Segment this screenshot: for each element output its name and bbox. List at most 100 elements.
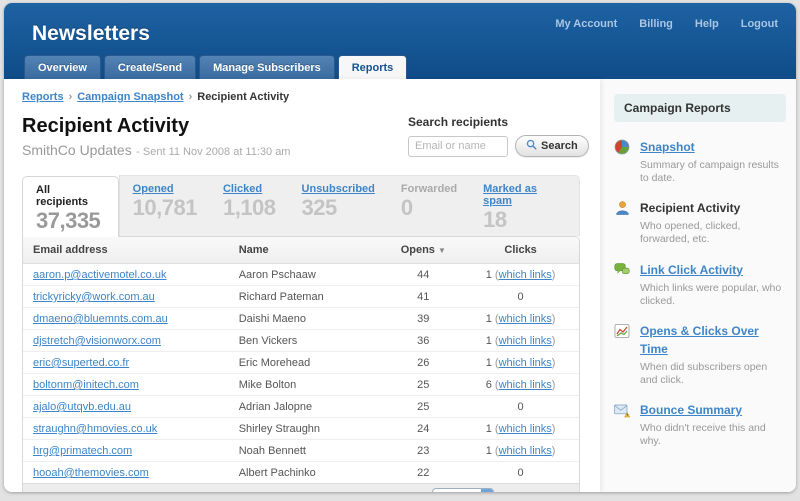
stat-value: 0 xyxy=(401,195,413,220)
stat-label[interactable]: Unsubscribed xyxy=(302,183,375,195)
search-input[interactable] xyxy=(408,136,508,157)
billing-link[interactable]: Billing xyxy=(639,18,673,30)
email-link[interactable]: ajalo@utqvb.edu.au xyxy=(33,401,131,413)
opens-cell: 25 xyxy=(384,396,462,418)
help-link[interactable]: Help xyxy=(695,18,719,30)
which-links-link[interactable]: which links xyxy=(499,379,552,391)
clicks-cell: 0 xyxy=(462,286,579,308)
sidebar-link-bounce-summary[interactable]: Bounce Summary xyxy=(640,403,742,417)
email-cell: ajalo@utqvb.edu.au xyxy=(23,396,229,418)
email-link[interactable]: straughn@hmovies.co.uk xyxy=(33,423,157,435)
table-row: trickyricky@work.com.au Richard Pateman … xyxy=(23,286,579,308)
sidebar-desc: When did subscribers open and click. xyxy=(640,361,786,387)
sort-desc-icon: ▼ xyxy=(438,246,446,255)
table-row: straughn@hmovies.co.uk Shirley Straughn … xyxy=(23,418,579,440)
stepper-arrows-icon xyxy=(481,489,493,492)
email-cell: trickyricky@work.com.au xyxy=(23,286,229,308)
email-link[interactable]: hooah@themovies.com xyxy=(33,467,149,479)
export-format-select[interactable]: CSV file xyxy=(432,488,494,492)
which-links-wrap: (which links) xyxy=(492,313,556,325)
name-cell: Mike Bolton xyxy=(229,374,385,396)
email-link[interactable]: djstretch@visionworx.com xyxy=(33,335,161,347)
chat-bubbles-icon xyxy=(614,261,631,308)
stat-tab-all-recipients[interactable]: All recipients 37,335 xyxy=(22,176,119,237)
logout-link[interactable]: Logout xyxy=(741,18,778,30)
opens-cell: 36 xyxy=(384,330,462,352)
next-page-link[interactable]: Next » xyxy=(339,491,369,492)
which-links-wrap: (which links) xyxy=(492,445,556,457)
email-cell: aaron.p@activemotel.co.uk xyxy=(23,264,229,286)
which-links-link[interactable]: which links xyxy=(499,269,552,281)
clicks-cell: 0 xyxy=(462,462,579,484)
which-links-link[interactable]: which links xyxy=(499,357,552,369)
table-row: eric@superted.co.fr Eric Morehead 26 1 (… xyxy=(23,352,579,374)
name-cell: Albert Pachinko xyxy=(229,462,385,484)
stat-label[interactable]: Opened xyxy=(133,183,197,195)
email-link[interactable]: trickyricky@work.com.au xyxy=(33,291,155,303)
export-label: Export all as xyxy=(374,491,425,492)
search-button-label: Search xyxy=(541,140,578,152)
which-links-wrap: (which links) xyxy=(492,335,556,347)
campaign-subtitle: SmithCo Updates - Sent 11 Nov 2008 at 11… xyxy=(22,142,290,160)
search-label: Search recipients xyxy=(408,115,580,129)
search-block: Search recipients Search xyxy=(408,115,580,160)
email-link[interactable]: aaron.p@activemotel.co.uk xyxy=(33,269,166,281)
email-cell: dmaeno@bluemnts.com.au xyxy=(23,308,229,330)
sidebar-current-recipient-activity[interactable]: Recipient Activity xyxy=(640,201,740,215)
my-account-link[interactable]: My Account xyxy=(555,18,617,30)
sidebar-desc: Which links were popular, who clicked. xyxy=(640,282,786,308)
stat-label[interactable]: Marked as spam xyxy=(483,183,566,207)
sidebar-item-opens-clicks-over-time: Opens & Clicks Over Time When did subscr… xyxy=(614,322,786,387)
name-cell: Ben Vickers xyxy=(229,330,385,352)
recipient-table: Email address Name Opens ▼ Clicks aaron.… xyxy=(22,236,580,492)
table-header-row: Email address Name Opens ▼ Clicks xyxy=(23,237,579,264)
search-button[interactable]: Search xyxy=(515,135,589,157)
tab-create-send[interactable]: Create/Send xyxy=(104,55,196,79)
tab-overview[interactable]: Overview xyxy=(24,55,101,79)
stat-value: 325 xyxy=(302,195,337,220)
pie-chart-icon xyxy=(614,138,631,185)
sidebar-link-link-click-activity[interactable]: Link Click Activity xyxy=(640,263,743,277)
tab-manage-subscribers[interactable]: Manage Subscribers xyxy=(199,55,335,79)
sidebar-item-bounce-summary: Bounce Summary Who didn't receive this a… xyxy=(614,401,786,448)
app-window: Newsletters My Account Billing Help Logo… xyxy=(4,3,796,492)
email-link[interactable]: hrg@primatech.com xyxy=(33,445,132,457)
breadcrumb-separator: › xyxy=(64,91,78,103)
email-cell: hrg@primatech.com xyxy=(23,440,229,462)
clicks-cell: 1 (which links) xyxy=(462,264,579,286)
email-link[interactable]: boltonm@initech.com xyxy=(33,379,139,391)
breadcrumb-campaign-snapshot-link[interactable]: Campaign Snapshot xyxy=(77,91,183,103)
stat-label[interactable]: Clicked xyxy=(223,183,276,195)
sidebar-link-snapshot[interactable]: Snapshot xyxy=(640,140,695,154)
which-links-link[interactable]: which links xyxy=(499,313,552,325)
sidebar-link-opens-clicks-over-time[interactable]: Opens & Clicks Over Time xyxy=(640,324,759,356)
clicks-cell: 1 (which links) xyxy=(462,440,579,462)
email-link[interactable]: dmaeno@bluemnts.com.au xyxy=(33,313,168,325)
which-links-link[interactable]: which links xyxy=(499,335,552,347)
stat-tab-unsubscribed[interactable]: Unsubscribed 325 xyxy=(289,176,388,236)
name-cell: Aaron Pschaaw xyxy=(229,264,385,286)
which-links-wrap: (which links) xyxy=(492,269,556,281)
stat-tab-group: Opened 10,781 Clicked 1,108 Unsubscribed… xyxy=(119,175,580,236)
stat-tab-clicked[interactable]: Clicked 1,108 xyxy=(210,176,289,236)
which-links-link[interactable]: which links xyxy=(499,445,552,457)
clicks-cell: 0 xyxy=(462,396,579,418)
email-cell: djstretch@visionworx.com xyxy=(23,330,229,352)
email-link[interactable]: eric@superted.co.fr xyxy=(33,357,129,369)
app-title: Newsletters xyxy=(32,22,150,46)
tab-reports[interactable]: Reports xyxy=(338,55,408,79)
stat-value: 1,108 xyxy=(223,195,276,220)
column-header-clicks: Clicks xyxy=(462,237,579,264)
which-links-wrap: (which links) xyxy=(492,357,556,369)
clicks-cell: 1 (which links) xyxy=(462,308,579,330)
stat-tab-marked-as-spam[interactable]: Marked as spam 18 xyxy=(470,176,579,236)
sidebar-desc: Who opened, clicked, forwarded, etc. xyxy=(640,220,786,246)
sidebar-item-snapshot: Snapshot Summary of campaign results to … xyxy=(614,138,786,185)
column-header-opens[interactable]: Opens ▼ xyxy=(384,237,462,264)
breadcrumb-reports-link[interactable]: Reports xyxy=(22,91,64,103)
line-chart-icon xyxy=(614,322,631,387)
email-cell: boltonm@initech.com xyxy=(23,374,229,396)
stat-tab-opened[interactable]: Opened 10,781 xyxy=(120,176,210,236)
which-links-link[interactable]: which links xyxy=(499,423,552,435)
title-block: Recipient Activity SmithCo Updates - Sen… xyxy=(22,115,290,160)
